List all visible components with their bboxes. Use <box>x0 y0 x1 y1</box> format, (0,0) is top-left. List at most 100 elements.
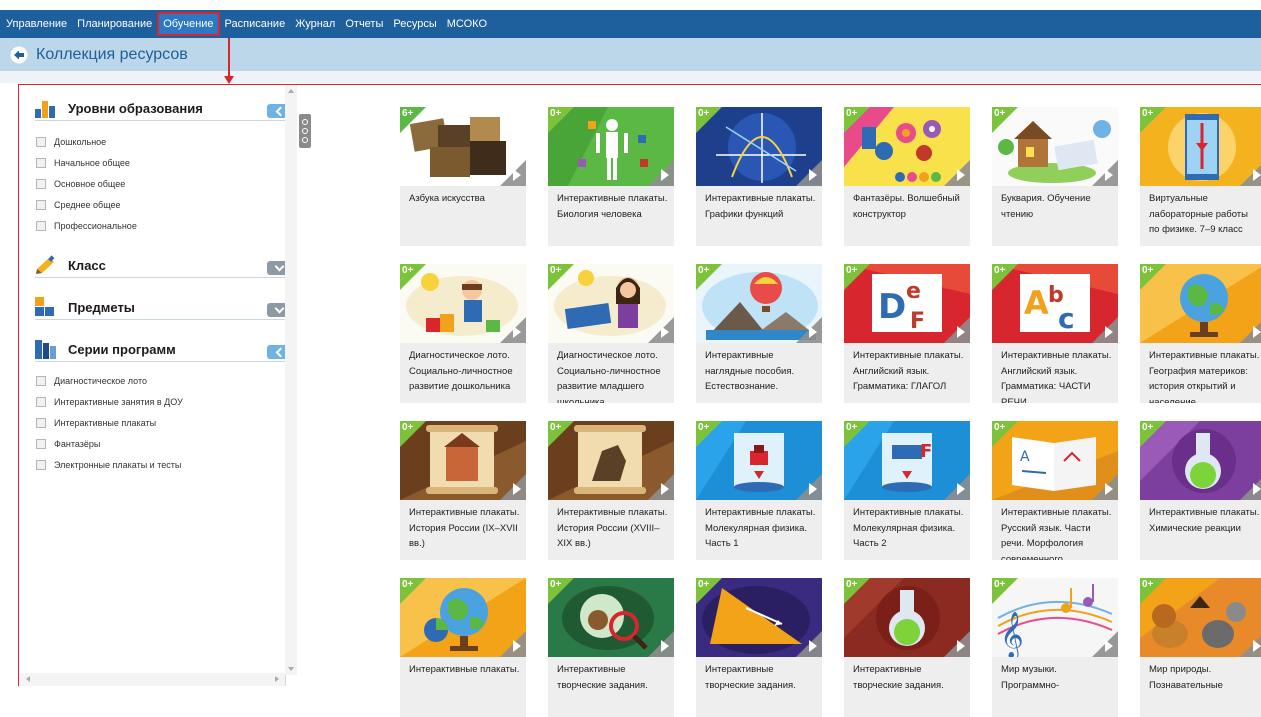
play-icon[interactable] <box>809 169 817 181</box>
resource-card[interactable]: 𝄞 0+ Мир музыки. Программно- <box>992 578 1118 717</box>
resource-title[interactable]: Мир музыки. Программно- <box>1001 662 1113 693</box>
resource-title[interactable]: Интерактивные плакаты. Химические реакци… <box>1149 505 1261 536</box>
filter-option[interactable]: Электронные плакаты и тесты <box>36 454 285 475</box>
resource-card[interactable]: 0+ Интерактивные творческие задания. <box>548 578 674 717</box>
resource-thumbnail[interactable]: 0+ <box>696 264 822 343</box>
resource-title[interactable]: Интерактивные плакаты. Биология человека <box>557 191 669 222</box>
resource-card[interactable]: 0+ Интерактивные плакаты. Химические реа… <box>1140 421 1261 560</box>
resource-card[interactable]: 0+ Мир природы. Познавательные <box>1140 578 1261 717</box>
resource-title[interactable]: Азбука искусства <box>409 191 521 207</box>
resource-title[interactable]: Интерактивные плакаты. История России (X… <box>557 505 669 552</box>
filter-checkbox[interactable] <box>36 199 46 210</box>
play-icon[interactable] <box>809 326 817 338</box>
resource-thumbnail[interactable]: 0+ <box>548 264 674 343</box>
filter-option[interactable]: Интерактивные плакаты <box>36 412 285 433</box>
filter-option[interactable]: Начальное общее <box>36 152 285 173</box>
play-icon[interactable] <box>661 169 669 181</box>
filter-checkbox[interactable] <box>36 459 46 470</box>
resource-card[interactable]: 0+ Буквария. Обучение чтению <box>992 107 1118 246</box>
filter-checkbox[interactable] <box>36 220 46 231</box>
resource-title[interactable]: Интерактивные творческие задания. <box>853 662 965 693</box>
resource-title[interactable]: Диагностическое лото. Социально-личностн… <box>409 348 521 395</box>
scroll-left-arrow-icon[interactable] <box>26 676 30 682</box>
filter-section-header[interactable]: Уровни образования <box>35 98 285 121</box>
play-icon[interactable] <box>1253 169 1261 181</box>
resource-thumbnail[interactable]: 0+ <box>696 421 822 500</box>
play-icon[interactable] <box>661 640 669 652</box>
resource-title[interactable]: Фантазёры. Волшебный конструктор <box>853 191 965 222</box>
resource-card[interactable]: 0+ Интерактивные наглядные пособия. Есте… <box>696 264 822 403</box>
filter-option[interactable]: Основное общее <box>36 173 285 194</box>
menu-item[interactable]: Журнал <box>290 13 340 35</box>
filter-option[interactable]: Фантазёры <box>36 433 285 454</box>
resource-card[interactable]: 0+ Интерактивные плакаты. Графики функци… <box>696 107 822 246</box>
play-icon[interactable] <box>1105 326 1113 338</box>
expand-toggle-button[interactable] <box>267 261 285 275</box>
resource-thumbnail[interactable]: 0+ <box>548 578 674 657</box>
menu-item[interactable]: Расписание <box>220 13 291 35</box>
filter-checkbox[interactable] <box>36 438 46 449</box>
menu-item[interactable]: Обучение <box>157 12 220 36</box>
resource-thumbnail[interactable]: 0+ <box>1140 578 1261 657</box>
play-icon[interactable] <box>957 169 965 181</box>
resource-title[interactable]: Диагностическое лото. Социально-личностн… <box>557 348 669 403</box>
play-icon[interactable] <box>809 640 817 652</box>
play-icon[interactable] <box>1105 483 1113 495</box>
play-icon[interactable] <box>957 326 965 338</box>
filter-option[interactable]: Интерактивные занятия в ДОУ <box>36 391 285 412</box>
filter-checkbox[interactable] <box>36 157 46 168</box>
filter-option[interactable]: Дошкольное <box>36 131 285 152</box>
resource-card[interactable]: 0+ Диагностическое лото. Социально-лично… <box>548 264 674 403</box>
resource-title[interactable]: Виртуальные лабораторные работы по физик… <box>1149 191 1261 238</box>
resource-card[interactable]: 0+ Интерактивные творческие задания. <box>844 578 970 717</box>
resource-thumbnail[interactable]: 0+ <box>696 107 822 186</box>
play-icon[interactable] <box>1253 640 1261 652</box>
resource-title[interactable]: Интерактивные плакаты. Английский язык. … <box>853 348 965 395</box>
resource-title[interactable]: Интерактивные плакаты. Молекулярная физи… <box>853 505 965 552</box>
resource-card[interactable]: F 0+ Интерактивные плакаты. Молекулярная… <box>844 421 970 560</box>
resource-thumbnail[interactable]: 0+ <box>400 421 526 500</box>
resource-card[interactable]: 0+ Интерактивные плакаты. История России… <box>548 421 674 560</box>
resource-thumbnail[interactable]: 0+ <box>400 578 526 657</box>
resource-thumbnail[interactable]: A b c 0+ <box>992 264 1118 343</box>
resource-card[interactable]: 0+ Виртуальные лабораторные работы по фи… <box>1140 107 1261 246</box>
play-icon[interactable] <box>957 640 965 652</box>
play-icon[interactable] <box>513 169 521 181</box>
expand-toggle-button[interactable] <box>267 303 285 317</box>
resource-thumbnail[interactable]: 0+ <box>1140 264 1261 343</box>
scroll-right-arrow-icon[interactable] <box>275 676 279 682</box>
resource-card[interactable]: 0+ Интерактивные плакаты. Биология челов… <box>548 107 674 246</box>
resource-card[interactable]: 0+ Интерактивные плакаты. <box>400 578 526 717</box>
resource-title[interactable]: Интерактивные плакаты. География материк… <box>1149 348 1261 403</box>
filter-option[interactable]: Профессиональное <box>36 215 285 236</box>
resource-thumbnail[interactable]: 0+ <box>1140 107 1261 186</box>
play-icon[interactable] <box>661 483 669 495</box>
play-icon[interactable] <box>513 483 521 495</box>
play-icon[interactable] <box>809 483 817 495</box>
menu-item[interactable]: Управление <box>1 13 72 35</box>
play-icon[interactable] <box>661 326 669 338</box>
resource-thumbnail[interactable]: 0+ <box>400 264 526 343</box>
resource-card[interactable]: D e F 0+ Интерактивные плакаты. Английск… <box>844 264 970 403</box>
filter-checkbox[interactable] <box>36 375 46 386</box>
resource-thumbnail[interactable]: 0+ <box>844 107 970 186</box>
resource-title[interactable]: Интерактивные плакаты. Английский язык. … <box>1001 348 1113 403</box>
filter-option[interactable]: Диагностическое лото <box>36 370 285 391</box>
resource-thumbnail[interactable]: 0+ <box>1140 421 1261 500</box>
menu-item[interactable]: Отчеты <box>340 13 388 35</box>
resource-title[interactable]: Интерактивные плакаты. Графики функций <box>705 191 817 222</box>
sidebar-vertical-scrollbar[interactable] <box>285 85 297 675</box>
resource-title[interactable]: Интерактивные плакаты. Русский язык. Час… <box>1001 505 1113 560</box>
resource-thumbnail[interactable]: 0+ <box>548 421 674 500</box>
resource-thumbnail[interactable]: 0+ <box>548 107 674 186</box>
menu-item[interactable]: Планирование <box>72 13 157 35</box>
resource-card[interactable]: A 0+ Интерактивные плакаты. Русский язык… <box>992 421 1118 560</box>
resource-card[interactable]: 0+ Интерактивные творческие задания. <box>696 578 822 717</box>
resource-card[interactable]: 0+ Интерактивные плакаты. История России… <box>400 421 526 560</box>
resource-title[interactable]: Интерактивные творческие задания. <box>557 662 669 693</box>
resource-card[interactable]: 0+ Интерактивные плакаты. Молекулярная ф… <box>696 421 822 560</box>
resource-card[interactable]: 0+ Интерактивные плакаты. География мате… <box>1140 264 1261 403</box>
resource-thumbnail[interactable]: 𝄞 0+ <box>992 578 1118 657</box>
filter-checkbox[interactable] <box>36 417 46 428</box>
play-icon[interactable] <box>513 326 521 338</box>
